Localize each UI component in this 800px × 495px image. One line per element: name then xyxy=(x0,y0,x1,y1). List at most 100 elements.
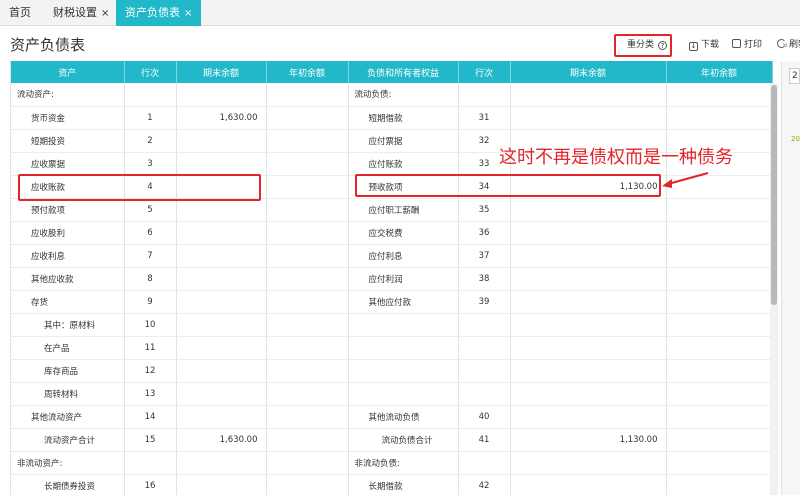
liability-beginning-cell[interactable] xyxy=(666,83,773,107)
asset-name-cell: 其中：原材料 xyxy=(11,313,125,337)
asset-name-cell: 库存商品 xyxy=(11,359,125,383)
asset-ending-cell[interactable] xyxy=(176,83,267,107)
liability-beginning-cell[interactable] xyxy=(666,359,773,383)
liability-beginning-cell[interactable] xyxy=(666,313,773,337)
asset-beginning-cell[interactable] xyxy=(266,244,349,268)
liability-beginning-cell[interactable] xyxy=(666,221,773,245)
liability-name-cell: 应付职工薪酬 xyxy=(348,198,459,222)
asset-ending-cell[interactable] xyxy=(176,267,267,291)
tab-tax-settings[interactable]: 财税设置 × xyxy=(44,0,118,26)
liability-ending-cell[interactable] xyxy=(510,451,667,475)
liability-line-cell: 41 xyxy=(458,428,511,452)
asset-beginning-cell[interactable] xyxy=(266,152,349,176)
liability-ending-cell[interactable] xyxy=(510,198,667,222)
asset-ending-cell[interactable]: 1,630.00 xyxy=(176,428,267,452)
liability-beginning-cell[interactable] xyxy=(666,474,773,495)
liability-beginning-cell[interactable] xyxy=(666,336,773,360)
asset-beginning-cell[interactable] xyxy=(266,175,349,199)
liability-ending-cell[interactable] xyxy=(510,290,667,314)
liability-line-cell xyxy=(458,382,511,406)
asset-beginning-cell[interactable] xyxy=(266,221,349,245)
liability-line-cell xyxy=(458,451,511,475)
close-icon[interactable]: × xyxy=(184,8,192,19)
refresh-button[interactable]: 刷新 xyxy=(777,38,800,52)
asset-ending-cell[interactable] xyxy=(176,405,267,429)
tab-home[interactable]: 首页 xyxy=(0,0,40,26)
liability-ending-cell[interactable] xyxy=(510,336,667,360)
scroll-thumb[interactable] xyxy=(771,85,777,305)
asset-ending-cell[interactable] xyxy=(176,313,267,337)
tab-balance-sheet[interactable]: 资产负债表 × xyxy=(116,0,202,26)
vertical-scrollbar[interactable] xyxy=(770,83,778,495)
asset-beginning-cell[interactable] xyxy=(266,474,349,495)
table-row: 其他应收款 8 应付利润 38 xyxy=(11,267,773,291)
table-row: 库存商品 12 xyxy=(11,359,773,383)
asset-beginning-cell[interactable] xyxy=(266,336,349,360)
annotation-arrow-icon xyxy=(662,172,709,188)
asset-beginning-cell[interactable] xyxy=(266,405,349,429)
liability-name-cell: 应付账款 xyxy=(348,152,459,176)
liability-ending-cell[interactable]: 1,130.00 xyxy=(510,428,667,452)
liability-beginning-cell[interactable] xyxy=(666,428,773,452)
liability-ending-cell[interactable] xyxy=(510,474,667,495)
liability-ending-cell[interactable] xyxy=(510,313,667,337)
side-input[interactable]: 2 xyxy=(789,68,800,84)
asset-ending-cell[interactable] xyxy=(176,359,267,383)
asset-beginning-cell[interactable] xyxy=(266,382,349,406)
asset-ending-cell[interactable] xyxy=(176,244,267,268)
close-icon[interactable]: × xyxy=(101,8,109,19)
asset-ending-cell[interactable] xyxy=(176,290,267,314)
asset-ending-cell[interactable] xyxy=(176,382,267,406)
liability-beginning-cell[interactable] xyxy=(666,198,773,222)
liability-line-cell: 40 xyxy=(458,405,511,429)
liability-ending-cell[interactable] xyxy=(510,83,667,107)
asset-line-cell: 9 xyxy=(124,290,177,314)
col-header-assets: 资产 xyxy=(11,61,125,83)
asset-beginning-cell[interactable] xyxy=(266,106,349,130)
table-row: 预付款项 5 应付职工薪酬 35 xyxy=(11,198,773,222)
asset-beginning-cell[interactable] xyxy=(266,451,349,475)
liability-beginning-cell[interactable] xyxy=(666,267,773,291)
liability-ending-cell[interactable] xyxy=(510,405,667,429)
liability-ending-cell[interactable] xyxy=(510,267,667,291)
table-header-row: 资产 行次 期末余额 年初余额 负债和所有者权益 行次 期末余额 年初余额 xyxy=(11,61,773,83)
asset-ending-cell[interactable] xyxy=(176,451,267,475)
col-header-ending-balance: 期末余额 xyxy=(510,61,667,83)
asset-beginning-cell[interactable] xyxy=(266,198,349,222)
asset-ending-cell[interactable] xyxy=(176,336,267,360)
liability-name-cell: 应付利息 xyxy=(348,244,459,268)
printer-icon xyxy=(732,39,741,48)
liability-beginning-cell[interactable] xyxy=(666,451,773,475)
download-label: 下载 xyxy=(701,40,720,50)
liability-name-cell xyxy=(348,313,459,337)
print-button[interactable]: 打印 xyxy=(732,38,762,52)
col-header-beginning-balance: 年初余额 xyxy=(666,61,773,83)
asset-ending-cell[interactable] xyxy=(176,152,267,176)
asset-beginning-cell[interactable] xyxy=(266,313,349,337)
asset-beginning-cell[interactable] xyxy=(266,83,349,107)
liability-beginning-cell[interactable] xyxy=(666,382,773,406)
asset-beginning-cell[interactable] xyxy=(266,290,349,314)
liability-ending-cell[interactable] xyxy=(510,359,667,383)
asset-beginning-cell[interactable] xyxy=(266,428,349,452)
liability-beginning-cell[interactable] xyxy=(666,405,773,429)
liability-ending-cell[interactable] xyxy=(510,106,667,130)
asset-beginning-cell[interactable] xyxy=(266,267,349,291)
asset-ending-cell[interactable]: 1,630.00 xyxy=(176,106,267,130)
liability-beginning-cell[interactable] xyxy=(666,290,773,314)
asset-ending-cell[interactable] xyxy=(176,221,267,245)
liability-beginning-cell[interactable] xyxy=(666,244,773,268)
asset-ending-cell[interactable] xyxy=(176,198,267,222)
asset-name-cell: 在产品 xyxy=(11,336,125,360)
liability-ending-cell[interactable] xyxy=(510,244,667,268)
liability-ending-cell[interactable] xyxy=(510,221,667,245)
expand-chevron-icon[interactable]: » xyxy=(782,40,788,51)
liability-ending-cell[interactable] xyxy=(510,382,667,406)
asset-beginning-cell[interactable] xyxy=(266,129,349,153)
table-row: 流动资产: 流动负债: xyxy=(11,83,773,107)
asset-beginning-cell[interactable] xyxy=(266,359,349,383)
liability-beginning-cell[interactable] xyxy=(666,106,773,130)
asset-ending-cell[interactable] xyxy=(176,129,267,153)
asset-ending-cell[interactable] xyxy=(176,474,267,495)
download-button[interactable]: ↓ 下载 xyxy=(689,38,719,52)
